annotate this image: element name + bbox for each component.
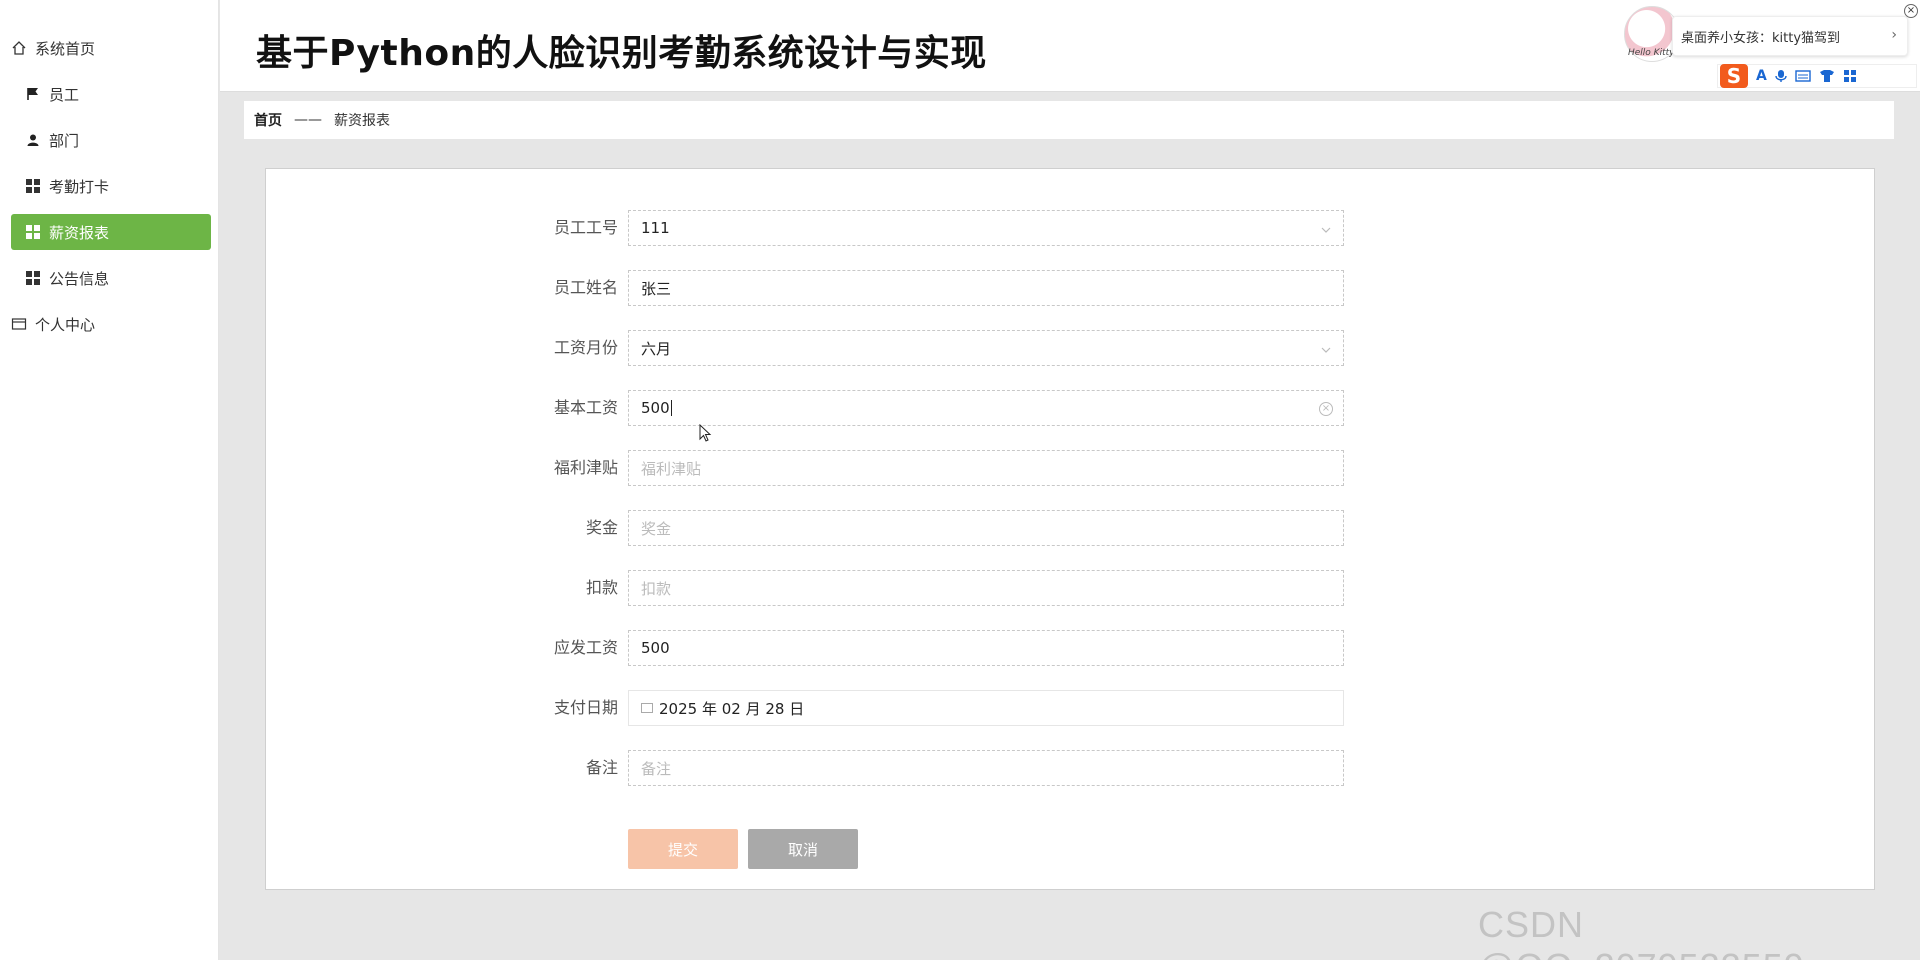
ime-toolbar[interactable]: S A — [1717, 64, 1917, 88]
form-row-remark: 备注 备注 — [266, 750, 1876, 786]
payable-value: 500 — [641, 639, 670, 657]
sidebar-item-label: 个人中心 — [35, 315, 96, 334]
sidebar-item-profile[interactable]: 个人中心 — [11, 306, 211, 342]
sidebar-item-label: 公告信息 — [49, 269, 110, 288]
chevron-down-icon — [1321, 343, 1331, 356]
breadcrumb-home[interactable]: 首页 — [254, 110, 282, 130]
employee-name-input[interactable]: 张三 — [628, 270, 1344, 306]
chevron-right-icon[interactable]: › — [1891, 27, 1897, 43]
breadcrumb: 首页 —— 薪资报表 — [244, 101, 1894, 139]
grid-icon — [25, 224, 41, 240]
remark-input[interactable]: 备注 — [628, 750, 1344, 786]
base-salary-label: 基本工资 — [553, 398, 618, 417]
pay-date-value: 2025 年 02 月 28 日 — [659, 699, 805, 718]
clear-icon[interactable]: × — [1319, 402, 1333, 416]
deduction-label: 扣款 — [585, 578, 618, 597]
user-icon — [25, 132, 41, 148]
employee-name-label: 员工姓名 — [553, 278, 618, 297]
widget-message[interactable]: 桌面养小女孩：kitty猫驾到 › — [1672, 16, 1908, 56]
text-caret — [670, 400, 672, 416]
bonus-input[interactable]: 奖金 — [628, 510, 1344, 546]
allowance-placeholder: 福利津贴 — [641, 459, 702, 478]
payable-label: 应发工资 — [553, 638, 618, 657]
sidebar: 系统首页 员工 部门 考勤打卡 薪资报表 公告信息 个人中心 — [0, 0, 219, 960]
chevron-down-icon — [1321, 223, 1331, 236]
remark-placeholder: 备注 — [641, 759, 672, 778]
sidebar-item-label: 员工 — [49, 85, 80, 104]
base-salary-value: 500 — [641, 399, 670, 417]
ime-mode-icon[interactable]: A — [1756, 68, 1767, 84]
payable-input[interactable]: 500 — [628, 630, 1344, 666]
form-row-deduction: 扣款 扣款 — [266, 570, 1876, 606]
sidebar-item-notice[interactable]: 公告信息 — [11, 260, 211, 296]
grid-icon — [25, 178, 41, 194]
submit-button[interactable]: 提交 — [628, 829, 738, 869]
breadcrumb-separator: —— — [294, 112, 322, 128]
salary-month-value: 六月 — [641, 339, 672, 358]
salary-month-label: 工资月份 — [553, 338, 618, 357]
home-icon — [11, 40, 27, 56]
form-row-pay-date: 支付日期 2025 年 02 月 28 日 — [266, 690, 1876, 726]
salary-month-select[interactable]: 六月 — [628, 330, 1344, 366]
sidebar-item-employee[interactable]: 员工 — [11, 76, 211, 112]
employee-id-select[interactable]: 111 — [628, 210, 1344, 246]
form-row-employee-name: 员工姓名 张三 — [266, 270, 1876, 306]
pay-date-picker[interactable]: 2025 年 02 月 28 日 — [628, 690, 1344, 726]
sidebar-item-label: 薪资报表 — [49, 223, 110, 242]
form-row-base-salary: 基本工资 500 × — [266, 390, 1876, 426]
flag-icon — [25, 86, 41, 102]
remark-label: 备注 — [585, 758, 618, 777]
employee-id-label: 员工工号 — [553, 218, 618, 237]
bonus-label: 奖金 — [585, 518, 618, 537]
salary-form-panel: 员工工号 111 员工姓名 张三 工资月份 六月 基本工资 500 × 福利津贴 — [265, 168, 1875, 890]
card-icon — [11, 316, 27, 332]
sidebar-item-salary-report[interactable]: 薪资报表 — [11, 214, 211, 250]
breadcrumb-current: 薪资报表 — [334, 113, 390, 129]
bonus-placeholder: 奖金 — [641, 519, 672, 538]
form-row-employee-id: 员工工号 111 — [266, 210, 1876, 246]
sidebar-item-label: 部门 — [49, 131, 80, 150]
employee-name-value: 张三 — [641, 279, 672, 298]
mic-icon[interactable] — [1775, 69, 1787, 83]
page-title: 基于Python的人脸识别考勤系统设计与实现 — [256, 33, 987, 74]
allowance-input[interactable]: 福利津贴 — [628, 450, 1344, 486]
sidebar-item-home[interactable]: 系统首页 — [11, 30, 211, 66]
watermark: CSDN @QQ_2079523559 — [1478, 904, 1804, 960]
sidebar-item-label: 系统首页 — [35, 39, 96, 58]
kitty-label: Hello Kitty — [1628, 48, 1675, 58]
apps-icon[interactable] — [1843, 69, 1857, 83]
deduction-placeholder: 扣款 — [641, 579, 672, 598]
mouse-cursor-icon — [699, 424, 712, 442]
widget-message-text: 桌面养小女孩：kitty猫驾到 — [1681, 30, 1841, 46]
allowance-label: 福利津贴 — [553, 458, 618, 477]
form-row-bonus: 奖金 奖金 — [266, 510, 1876, 546]
keyboard-icon[interactable] — [1795, 70, 1811, 82]
form-row-salary-month: 工资月份 六月 — [266, 330, 1876, 366]
form-row-allowance: 福利津贴 福利津贴 — [266, 450, 1876, 486]
close-icon[interactable]: × — [1904, 4, 1918, 18]
base-salary-input[interactable]: 500 × — [628, 390, 1344, 426]
grid-icon — [25, 270, 41, 286]
sidebar-item-department[interactable]: 部门 — [11, 122, 211, 158]
sogou-logo-icon[interactable]: S — [1720, 64, 1748, 88]
sidebar-item-attendance[interactable]: 考勤打卡 — [11, 168, 211, 204]
cancel-button[interactable]: 取消 — [748, 829, 858, 869]
calendar-icon — [641, 703, 653, 713]
pay-date-label: 支付日期 — [553, 698, 618, 717]
employee-id-value: 111 — [641, 219, 670, 237]
skin-icon[interactable] — [1819, 69, 1835, 83]
deduction-input[interactable]: 扣款 — [628, 570, 1344, 606]
form-row-payable: 应发工资 500 — [266, 630, 1876, 666]
sidebar-item-label: 考勤打卡 — [49, 177, 110, 196]
